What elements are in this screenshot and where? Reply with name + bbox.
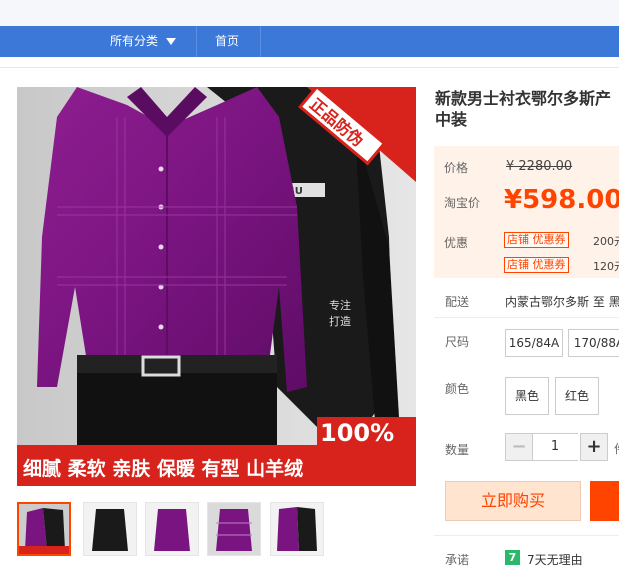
nav-home[interactable]: 首页 (215, 26, 239, 57)
size-option-170[interactable]: 170/88A (568, 329, 619, 357)
color-option-red[interactable]: 红色 (555, 377, 599, 415)
quantity-increase-button[interactable]: + (580, 433, 608, 461)
buy-now-button[interactable]: 立即购买 (445, 481, 581, 521)
quantity-label: 数量 (445, 443, 470, 457)
banner-percent: 100% (320, 419, 394, 447)
delivery-value[interactable]: 内蒙古鄂尔多斯 至 黑 (505, 293, 619, 310)
taobao-price-label: 淘宝价 (444, 196, 481, 210)
thumbnail-image (146, 503, 198, 555)
promise-label: 承诺 (445, 553, 470, 567)
thumbnail-image (271, 503, 323, 555)
add-to-cart-button[interactable] (590, 481, 619, 521)
quantity-decrease-button[interactable]: − (505, 433, 533, 461)
divider (434, 535, 619, 536)
product-title: 新款男士衬衣鄂尔多斯产中装 (435, 89, 612, 129)
delivery-label: 配送 (445, 295, 470, 309)
color-label: 颜色 (445, 382, 470, 396)
main-nav: 所有分类 首页 (0, 26, 619, 57)
caret-down-icon (166, 38, 177, 45)
coupon-tag-1[interactable]: 店铺 优惠券 (504, 232, 569, 248)
thumbnail-5[interactable] (270, 502, 324, 556)
color-option-black[interactable]: 黑色 (505, 377, 549, 415)
thumbnail-4[interactable] (207, 502, 261, 556)
promo-label: 优惠 (444, 236, 469, 250)
side-text-1: 专注 (329, 298, 351, 312)
coupon-tag-2[interactable]: 店铺 优惠券 (504, 257, 569, 273)
thumbnail-image (84, 503, 136, 555)
thumbnail-3[interactable] (145, 502, 199, 556)
shirt-photo: OSU 专注 打造 正品防伪 100% 细腻 柔 (17, 87, 416, 486)
top-bar (0, 0, 619, 26)
banner-text: 细腻 柔软 亲肤 保暖 有型 山羊绒 (23, 457, 303, 480)
thumbnail-image (19, 504, 69, 554)
size-label: 尺码 (445, 335, 470, 349)
main-product-image[interactable]: OSU 专注 打造 正品防伪 100% 细腻 柔 (17, 87, 416, 486)
quantity-unit: 件 (614, 440, 619, 457)
nav-all-categories[interactable]: 所有分类 (110, 26, 177, 57)
divider (0, 67, 619, 68)
nav-divider (260, 26, 261, 57)
original-price: ¥ 2280.00 (506, 159, 573, 174)
price-box: 价格 ¥ 2280.00 淘宝价 ¥598.00 优惠 店铺 优惠券 200元 … (434, 146, 619, 278)
coupon-text-2: 120元 (593, 260, 619, 273)
size-option-165[interactable]: 165/84A (505, 329, 563, 357)
thumbnail-image (208, 503, 260, 555)
thumbnail-1[interactable] (17, 502, 71, 556)
coupon-text-1: 200元 (593, 235, 619, 248)
thumbnail-2[interactable] (83, 502, 137, 556)
current-price: ¥598.00 (504, 185, 619, 215)
nav-all-categories-label: 所有分类 (110, 34, 159, 48)
divider (434, 317, 619, 318)
price-label: 价格 (444, 161, 469, 175)
promise-text[interactable]: 7天无理由 (527, 551, 583, 568)
quantity-input[interactable]: 1 (532, 433, 578, 461)
nav-divider (196, 26, 197, 57)
seven-day-return-icon: 7 (505, 550, 520, 565)
side-text-2: 打造 (329, 314, 351, 328)
